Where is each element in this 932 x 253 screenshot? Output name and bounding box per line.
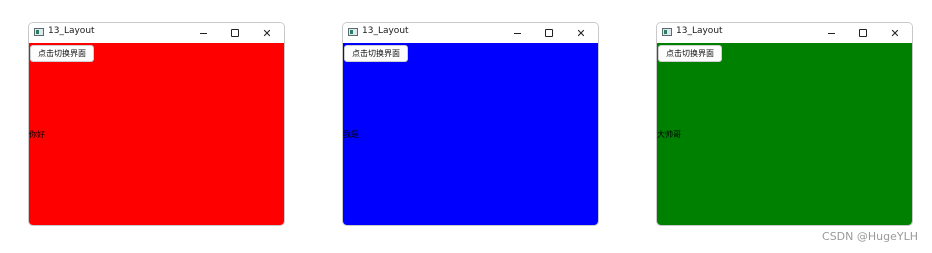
minimize-button[interactable]: [502, 23, 532, 43]
app-window-icon: [34, 28, 44, 36]
close-button[interactable]: ✕: [880, 23, 910, 43]
switch-page-button[interactable]: 点击切换界面: [30, 45, 94, 62]
title-bar[interactable]: 13_Layout ✕: [343, 23, 598, 43]
close-icon: ✕: [576, 26, 586, 40]
app-window-icon: [348, 28, 358, 36]
minimize-icon: [513, 32, 521, 34]
minimize-icon: [199, 32, 207, 34]
switch-page-button[interactable]: 点击切换界面: [658, 45, 722, 62]
minimize-icon: [827, 32, 835, 34]
close-button[interactable]: ✕: [252, 23, 282, 43]
window-title: 13_Layout: [676, 26, 723, 36]
watermark-text: CSDN @HugeYLH: [822, 230, 918, 243]
close-icon: ✕: [890, 26, 900, 40]
minimize-button[interactable]: [188, 23, 218, 43]
app-window-1: 13_Layout ✕ 点击切换界面 你好: [28, 22, 285, 226]
app-window-2: 13_Layout ✕ 点击切换界面 我是: [342, 22, 599, 226]
minimize-button[interactable]: [816, 23, 846, 43]
app-window-3: 13_Layout ✕ 点击切换界面 大帅哥: [656, 22, 913, 226]
window-title: 13_Layout: [48, 26, 95, 36]
maximize-button[interactable]: [534, 23, 564, 43]
maximize-icon: [231, 29, 239, 37]
title-bar[interactable]: 13_Layout ✕: [29, 23, 284, 43]
content-label: 你好: [29, 130, 45, 139]
content-label: 我是: [343, 130, 359, 139]
app-window-icon: [662, 28, 672, 36]
switch-page-button[interactable]: 点击切换界面: [344, 45, 408, 62]
close-icon: ✕: [262, 26, 272, 40]
content-area: 点击切换界面 大帅哥: [657, 43, 912, 225]
maximize-button[interactable]: [848, 23, 878, 43]
maximize-button[interactable]: [220, 23, 250, 43]
content-area: 点击切换界面 我是: [343, 43, 598, 225]
title-bar[interactable]: 13_Layout ✕: [657, 23, 912, 43]
window-title: 13_Layout: [362, 26, 409, 36]
content-label: 大帅哥: [657, 130, 681, 139]
maximize-icon: [545, 29, 553, 37]
content-area: 点击切换界面 你好: [29, 43, 284, 225]
close-button[interactable]: ✕: [566, 23, 596, 43]
maximize-icon: [859, 29, 867, 37]
